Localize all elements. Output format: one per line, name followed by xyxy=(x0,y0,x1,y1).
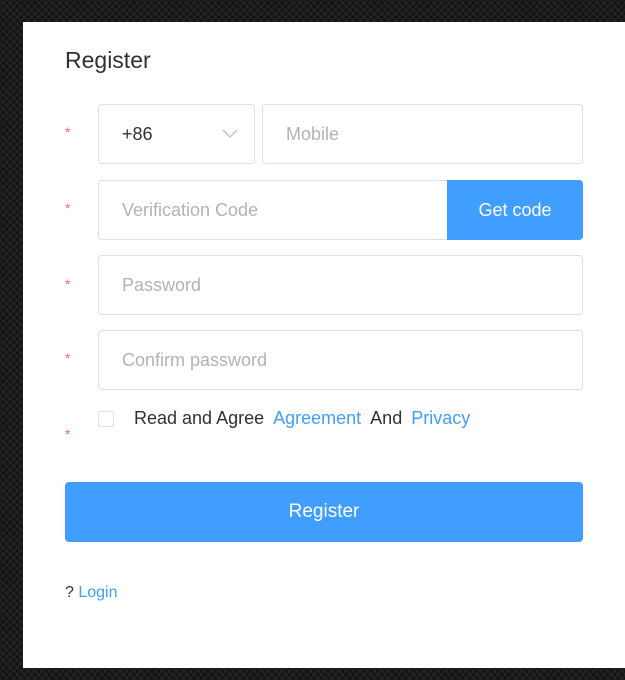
register-panel: Register * +86 * Get code * * * Read and… xyxy=(23,22,625,668)
confirm-password-input[interactable] xyxy=(99,331,582,389)
required-mark-password: * xyxy=(65,276,71,292)
register-button[interactable]: Register xyxy=(65,482,583,542)
login-link[interactable]: Login xyxy=(78,584,117,601)
mobile-input[interactable] xyxy=(263,105,582,163)
agreement-checkbox[interactable] xyxy=(98,410,114,427)
get-code-button[interactable]: Get code xyxy=(447,180,583,240)
required-mark-confirm-password: * xyxy=(65,350,71,366)
mobile-field[interactable] xyxy=(262,104,583,164)
confirm-password-field[interactable] xyxy=(98,330,583,390)
login-footer: ? Login xyxy=(65,584,118,602)
agreement-link[interactable]: Agreement xyxy=(273,408,361,429)
footer-question-mark: ? xyxy=(65,584,74,601)
agreement-row: Read and Agree Agreement And Privacy xyxy=(98,408,470,429)
required-mark-verification: * xyxy=(65,200,71,216)
verification-code-input[interactable] xyxy=(99,181,449,239)
password-field[interactable] xyxy=(98,255,583,315)
required-mark-mobile: * xyxy=(65,124,71,140)
agreement-prefix-text: Read and Agree xyxy=(134,408,265,428)
privacy-link[interactable]: Privacy xyxy=(411,408,470,429)
password-input[interactable] xyxy=(99,256,582,314)
required-mark-agreement: * xyxy=(65,426,71,442)
country-code-value: +86 xyxy=(122,123,153,144)
country-code-select[interactable]: +86 xyxy=(98,104,255,164)
page-title: Register xyxy=(65,47,151,73)
verification-field[interactable]: Get code xyxy=(98,180,583,240)
chevron-down-icon xyxy=(222,129,238,138)
agreement-conjunction-text: And xyxy=(370,408,403,428)
